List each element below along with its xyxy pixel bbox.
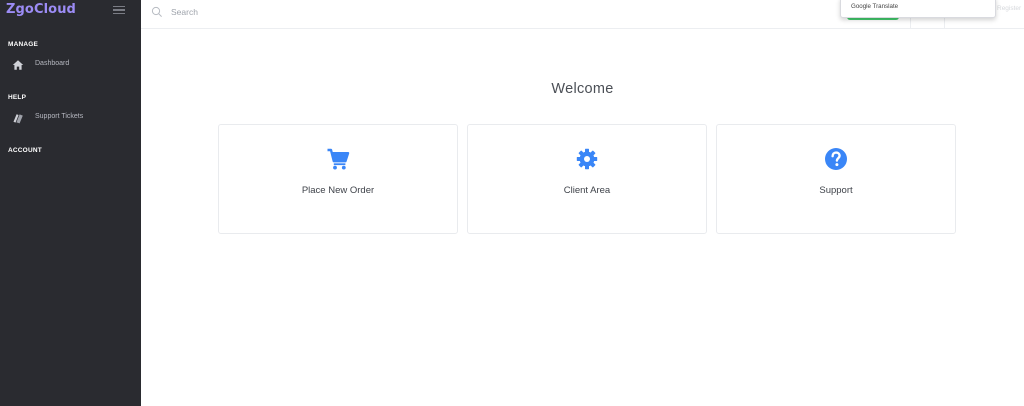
brand-logo[interactable]: ZgoCloud (6, 2, 76, 17)
card-label: Client Area (563, 185, 611, 196)
question-icon (825, 148, 847, 170)
place-new-order-card[interactable]: Place New Order (218, 124, 458, 234)
sidebar-item-support-tickets[interactable]: Support Tickets (0, 109, 141, 127)
home-icon (12, 60, 24, 70)
sidebar: ZgoCloud MANAGE Dashboard HELP Support T… (0, 0, 141, 406)
sidebar-item-dashboard[interactable]: Dashboard (0, 56, 141, 74)
search-input[interactable] (171, 3, 471, 21)
search-icon (151, 6, 162, 17)
card-label: Place New Order (301, 185, 375, 196)
cart-icon (327, 148, 350, 170)
google-translate-popup[interactable]: Google Translate (840, 0, 996, 18)
tickets-icon (13, 114, 23, 124)
section-title-help: HELP (8, 94, 27, 101)
page-title: Welcome (551, 81, 614, 97)
support-card[interactable]: Support (716, 124, 956, 234)
card-label: Support (819, 185, 853, 196)
gear-icon (576, 148, 598, 170)
client-area-card[interactable]: Client Area (467, 124, 707, 234)
section-title-manage: MANAGE (8, 41, 39, 48)
register-link[interactable]: Register (997, 5, 1021, 12)
sidebar-item-label: Support Tickets (35, 113, 84, 120)
section-title-account: ACCOUNT (8, 147, 42, 154)
google-translate-label: Google Translate (851, 3, 899, 10)
sidebar-item-label: Dashboard (35, 60, 70, 67)
menu-toggle-icon[interactable] (113, 6, 125, 14)
